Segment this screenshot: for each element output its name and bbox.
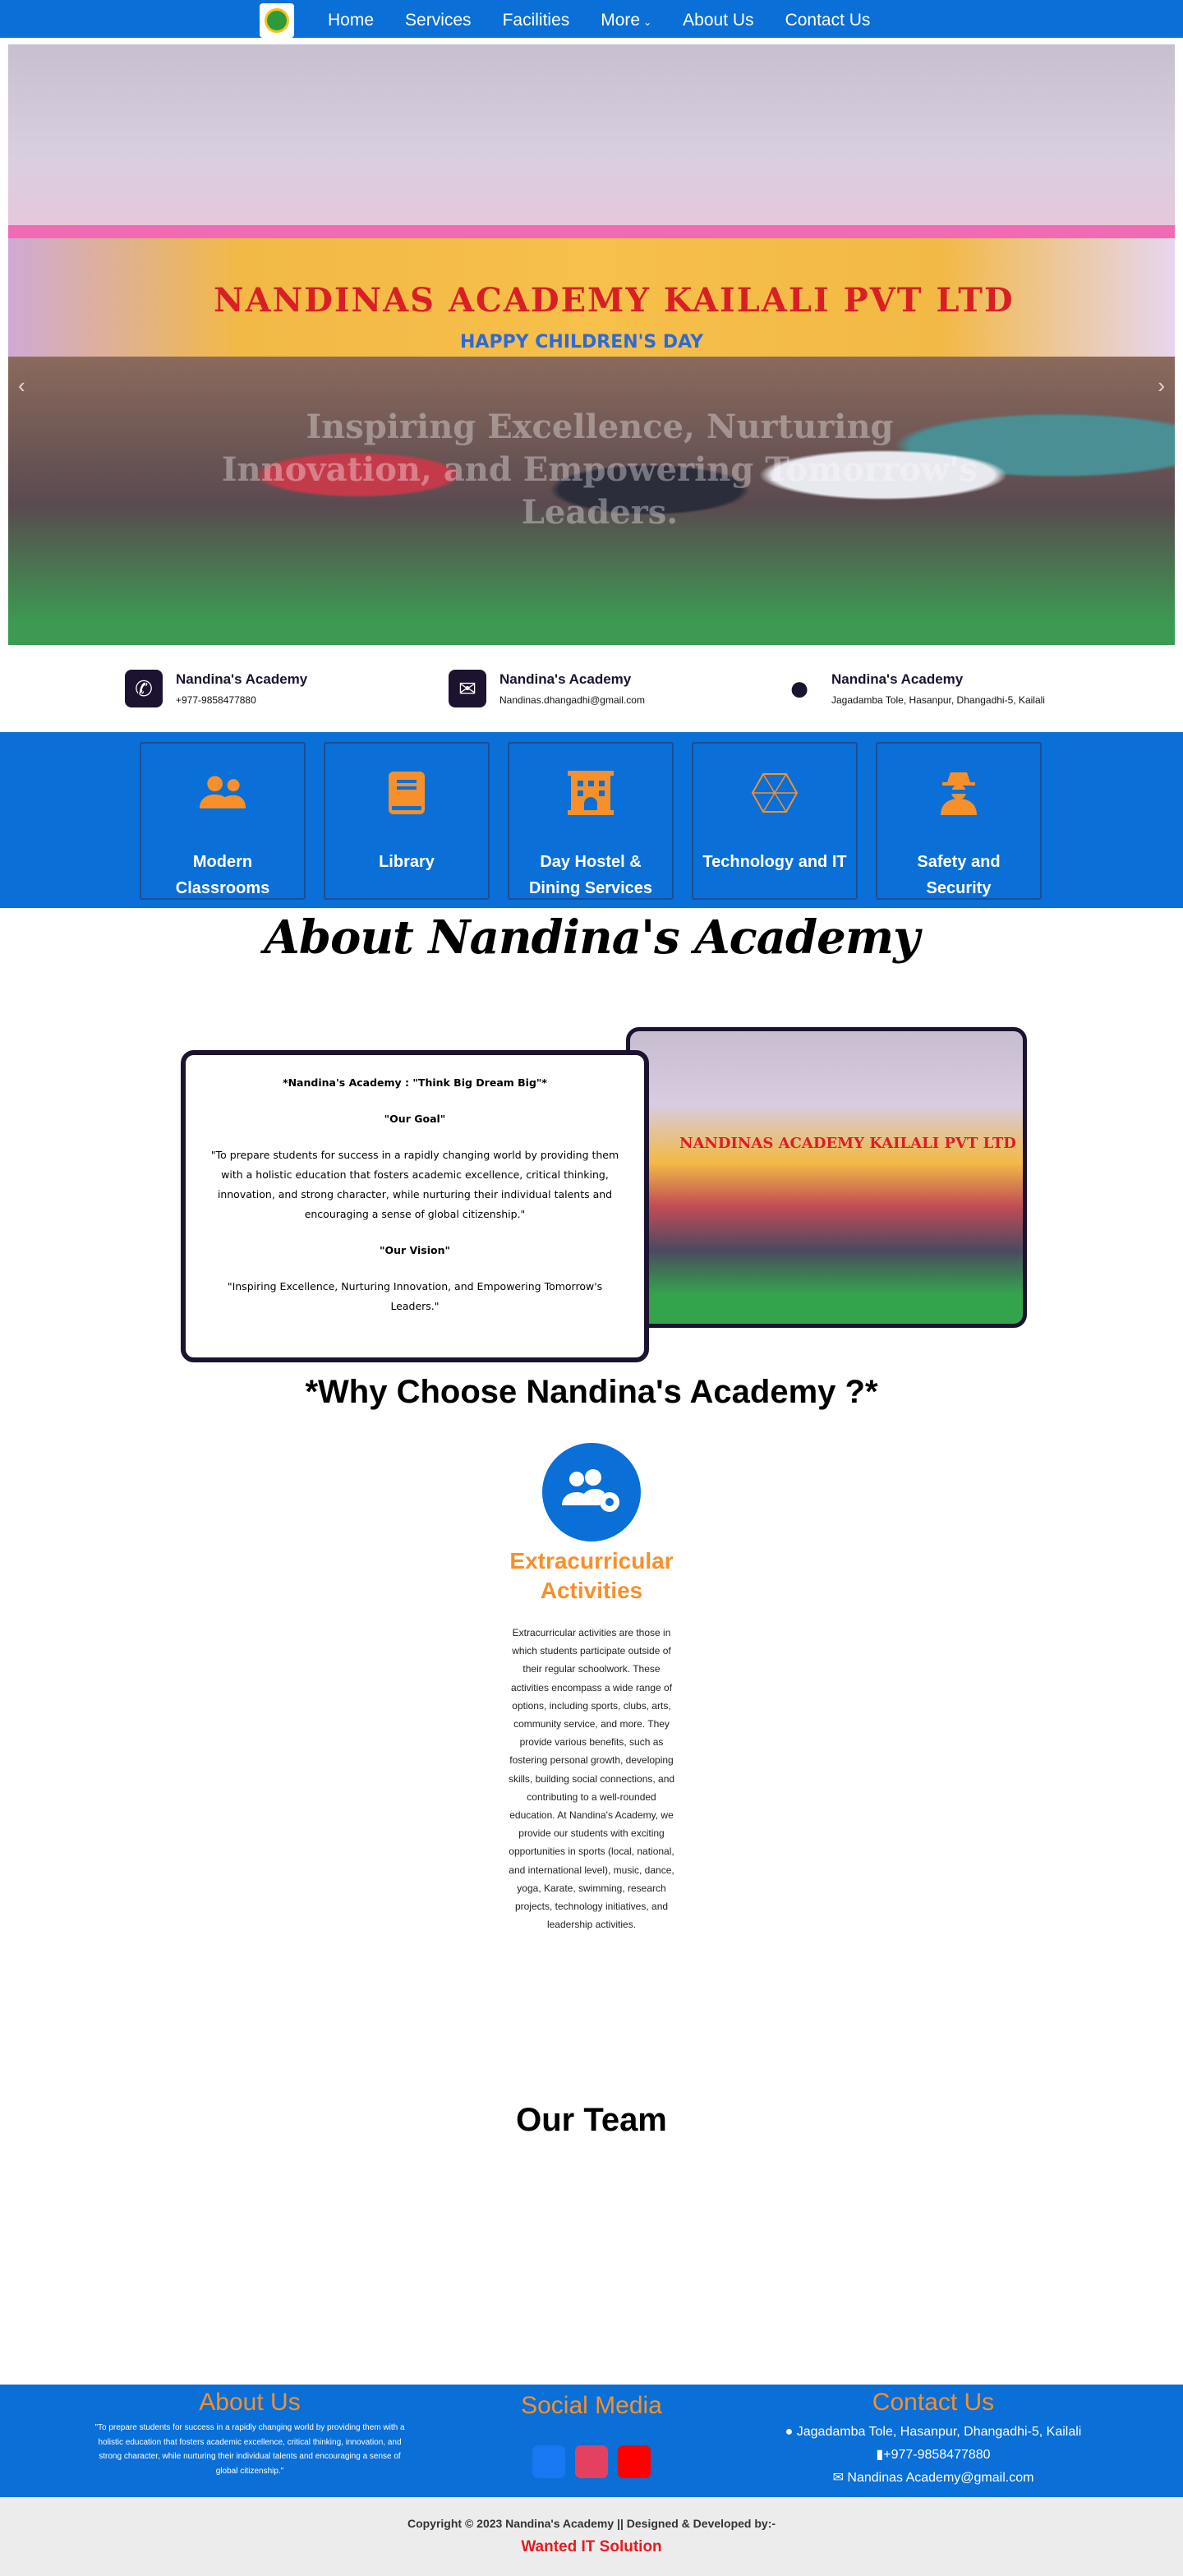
footer-about-heading: About Us [199,2389,301,2416]
info-email-value: Nandinas.dhangadhi@gmail.com [499,694,645,706]
feature-label: Technology and IT [702,853,847,871]
about-vision-text: "Inspiring Excellence, Nurturing Innovat… [227,1280,603,1312]
contact-info-bar: ✆ Nandina's Academy +977-9858477880 ✉ Nan… [0,645,1183,732]
about-card: *Nandina's Academy : "Think Big Dream Bi… [181,1050,649,1362]
feature-label: Day Hostel & Dining Services [528,853,653,897]
top-navbar: Home Services Facilities More ⌄ About Us … [0,0,1183,41]
footer-phone-text: +977-9858477880 [883,2448,991,2462]
feature-label: Library [379,853,435,871]
youtube-icon[interactable] [618,2445,651,2478]
copyright-text: Copyright © 2023 Nandina's Academy || De… [407,2517,776,2530]
hero-sub-banner: HAPPY CHILDREN'S DAY [460,332,704,353]
info-title: Nandina's Academy [499,671,632,687]
feature-label: Safety and Security [917,853,1001,897]
hero-banner-text: NANDINAS ACADEMY KAILALI PVT LTD [214,281,1015,320]
info-address: ● Nandina's Academy Jagadamba Tole, Hasan… [780,668,1045,708]
carousel-next-icon[interactable]: › [1158,373,1165,399]
feature-label: Modern Classrooms [175,853,270,897]
feature-technology[interactable]: Technology and IT [692,742,858,900]
chevron-down-icon: ⌄ [643,16,652,28]
user-secret-icon [934,768,983,818]
footer: About Us "To prepare students for succes… [0,2385,1183,2497]
hero-caption: Inspiring Excellence, Nurturing Innovati… [221,408,978,532]
nav-services[interactable]: Services [389,0,487,41]
hero-carousel: NANDINAS ACADEMY KAILALI PVT LTD HAPPY C… [8,44,1175,645]
logo-mark [265,8,289,33]
info-phone: ✆ Nandina's Academy +977-9858477880 [125,670,307,707]
map-pin-icon: ● [788,668,811,708]
about-title: About Nandina's Academy [264,910,919,965]
instagram-icon[interactable] [575,2445,608,2478]
info-phone-value: +977-9858477880 [176,694,256,706]
why-text: Extracurricular activities are those in … [508,1627,675,1931]
facilities-strip: Modern Classrooms Library Day Hostel & D… [0,732,1183,908]
book-icon [382,768,431,818]
facebook-icon[interactable] [532,2445,565,2478]
footer-contact-heading: Contact Us [872,2389,995,2416]
nav-about[interactable]: About Us [667,0,769,41]
hexagon-network-icon [750,768,799,818]
footer-address: ● Jagadamba Tole, Hasanpur, Dhangadhi-5,… [761,2421,1106,2444]
footer-phone: ▮+977-9858477880 [761,2444,1106,2467]
feature-modern-classrooms[interactable]: Modern Classrooms [140,742,306,900]
hero-photo-molding [8,225,1175,238]
mobile-icon: ▮ [876,2448,884,2462]
footer-contact: Contact Us ● Jagadamba Tole, Hasanpur, D… [761,2385,1106,2490]
info-title: Nandina's Academy [831,671,964,687]
logo[interactable] [260,3,294,38]
footer-email[interactable]: ✉ Nandinas Academy@gmail.com [761,2467,1106,2490]
team-title: Our Team [516,2102,667,2138]
about-photo-banner: NANDINAS ACADEMY KAILALI PVT LTD [679,1135,1016,1152]
nav-facilities[interactable]: Facilities [487,0,586,41]
info-address-value: Jagadamba Tole, Hasanpur, Dhangadhi-5, K… [831,694,1045,706]
hero-photo-ceiling [8,44,1175,233]
phone-icon: ✆ [125,670,163,707]
why-heading: Extracurricular Activities [509,1548,674,1603]
about-goal-text: "To prepare students for success in a ra… [210,1149,619,1220]
building-icon [566,768,615,818]
info-title: Nandina's Academy [176,671,308,687]
feature-library[interactable]: Library [324,742,490,900]
nav-more-label: More [601,11,641,30]
envelope-icon: ✉ [449,670,486,707]
about-goal-heading: "Our Goal" [384,1113,446,1125]
nav-contact[interactable]: Contact Us [770,0,886,41]
about-photo: NANDINAS ACADEMY KAILALI PVT LTD [626,1027,1027,1328]
developer-link[interactable]: Wanted IT Solution [0,2538,1183,2556]
users-cog-icon [542,1443,641,1541]
nav-more[interactable]: More ⌄ [585,0,667,41]
feature-day-hostel[interactable]: Day Hostel & Dining Services [508,742,674,900]
footer-social-heading: Social Media [521,2392,662,2419]
footer-email-text: Nandinas Academy@gmail.com [847,2471,1034,2485]
footer-about: About Us "To prepare students for succes… [94,2385,406,2478]
footer-about-text: "To prepare students for success in a ra… [94,2423,405,2476]
footer-address-text: Jagadamba Tole, Hasanpur, Dhangadhi-5, K… [796,2425,1082,2439]
nav-home[interactable]: Home [312,0,389,41]
info-email: ✉ Nandina's Academy Nandinas.dhangadhi@gm… [449,670,645,707]
copyright-bar: Copyright © 2023 Nandina's Academy || De… [0,2497,1183,2576]
carousel-prev-icon[interactable]: ‹ [18,373,25,399]
nav-menu: Home Services Facilities More ⌄ About Us … [312,0,886,41]
map-marker-icon: ● [785,2425,797,2439]
envelope-icon: ✉ [832,2471,848,2485]
about-vision-heading: "Our Vision" [379,1244,451,1256]
feature-safety[interactable]: Safety and Security [876,742,1042,900]
footer-social: Social Media [493,2388,690,2478]
about-tagline: *Nandina's Academy : "Think Big Dream Bi… [283,1076,547,1089]
users-icon [198,768,247,818]
why-choose-title: *Why Choose Nandina's Academy ?* [305,1374,878,1410]
